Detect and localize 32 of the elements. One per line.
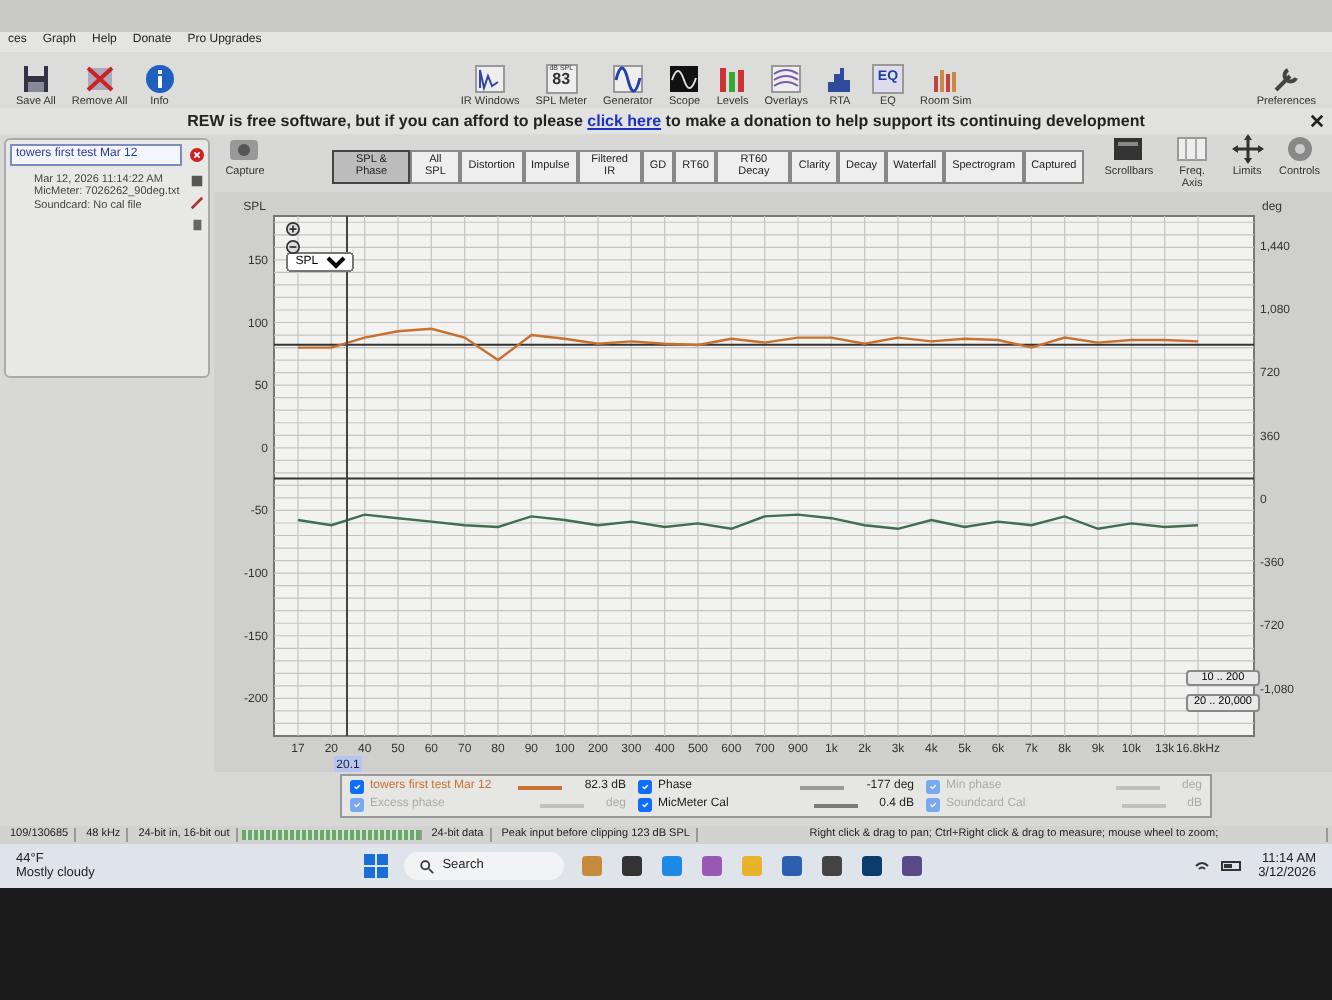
delete-icon[interactable] — [189, 147, 204, 162]
app-icon[interactable] — [620, 854, 645, 878]
cursor-line[interactable] — [346, 215, 349, 736]
sine-wave-icon — [611, 63, 644, 94]
legend-checkbox[interactable] — [350, 780, 364, 794]
wrench-icon — [1270, 63, 1303, 94]
camera-icon — [228, 134, 261, 164]
frequency-axis-icon — [1176, 134, 1209, 164]
system-tray-icon[interactable] — [1194, 858, 1243, 874]
app-icon[interactable] — [820, 854, 845, 878]
legend-checkbox[interactable] — [638, 780, 652, 794]
browser-icon[interactable] — [660, 854, 685, 878]
close-icon[interactable] — [1310, 114, 1324, 128]
limits-icon — [1231, 134, 1264, 164]
impulse-graph-icon — [474, 63, 507, 94]
app-icon[interactable] — [860, 854, 885, 878]
app-icon[interactable] — [900, 854, 925, 878]
bar-chart-icon — [823, 63, 856, 94]
remove-icon — [83, 63, 116, 94]
app-icon[interactable] — [780, 854, 805, 878]
scope-icon — [668, 63, 701, 94]
donation-link[interactable]: click here — [587, 111, 662, 130]
controls-icon — [1283, 134, 1316, 164]
start-icon[interactable] — [364, 854, 389, 878]
search-icon — [420, 859, 435, 873]
overlay-curves-icon — [770, 63, 803, 94]
info-icon — [143, 63, 176, 94]
legend-checkbox[interactable] — [638, 798, 652, 812]
level-bars-icon — [716, 63, 749, 94]
pen-icon[interactable] — [189, 195, 204, 210]
scrollbars-icon — [1112, 134, 1145, 164]
donation-message: REW is free software, but if you can afford to please click here to make a donation to help support its continuing development — [187, 111, 1145, 131]
